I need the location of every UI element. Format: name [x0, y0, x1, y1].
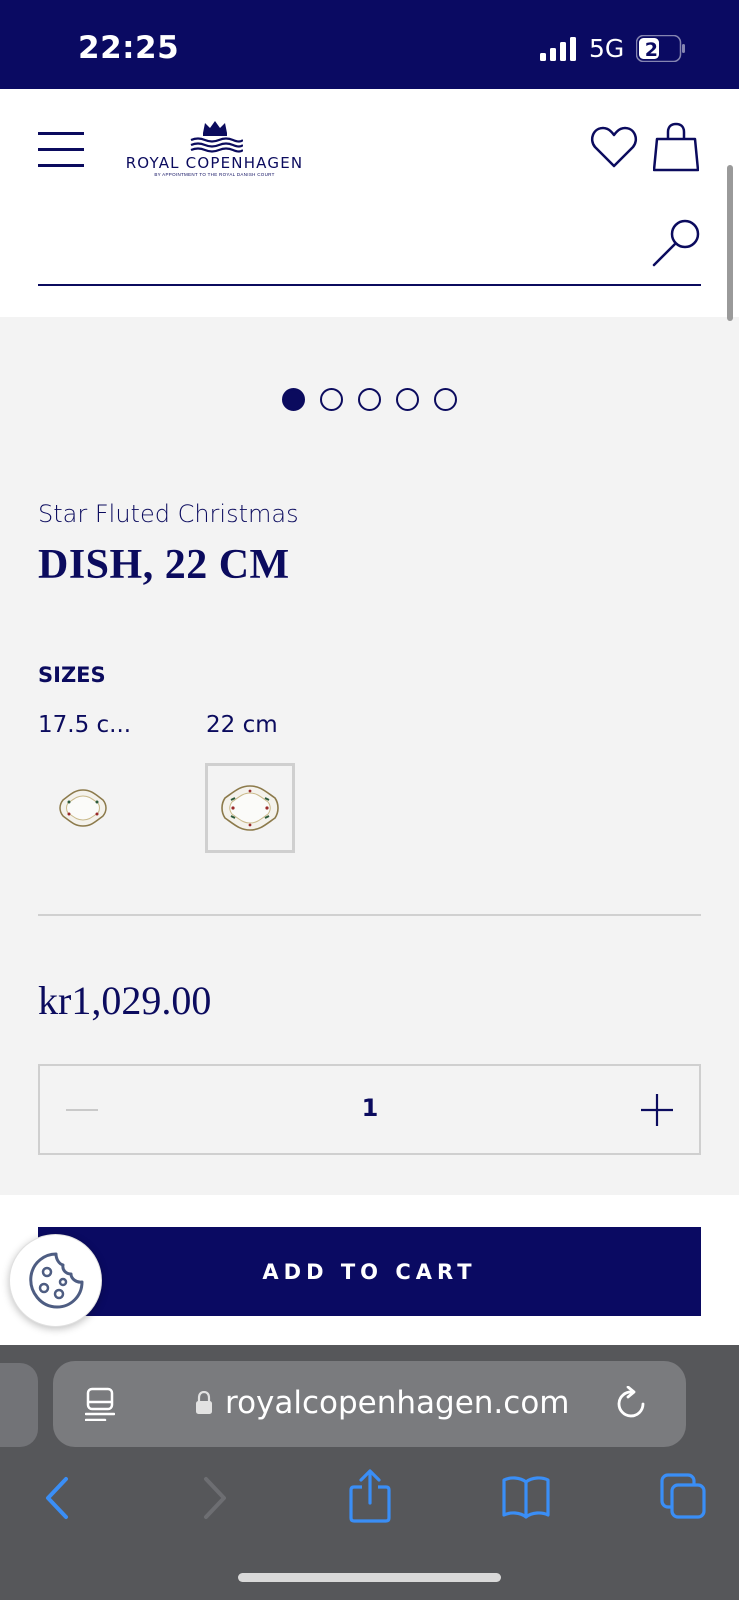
- reload-icon[interactable]: [615, 1386, 649, 1422]
- size-label: 22 cm: [206, 712, 278, 738]
- size-label: 17.5 c...: [38, 712, 132, 738]
- cookie-icon: [28, 1252, 83, 1308]
- cookie-settings-button[interactable]: [9, 1234, 102, 1327]
- size-option-17-5[interactable]: 17.5 c...: [38, 712, 132, 827]
- lock-icon: [196, 1391, 212, 1414]
- back-arrow-icon[interactable]: [42, 1475, 72, 1521]
- search-bar: [38, 219, 701, 286]
- brand-logo[interactable]: ROYAL COPENHAGEN BY APPOINTMENT TO THE R…: [112, 119, 317, 185]
- shopping-bag-icon[interactable]: [653, 122, 699, 172]
- previous-tab-preview[interactable]: [0, 1363, 38, 1447]
- quantity-stepper: 1: [38, 1064, 701, 1155]
- tabs-icon[interactable]: [660, 1473, 706, 1519]
- dish-thumbnail-image: [221, 785, 279, 831]
- carousel-dot[interactable]: [396, 388, 419, 411]
- share-icon[interactable]: [348, 1469, 392, 1523]
- logo-name: ROYAL COPENHAGEN: [125, 154, 304, 172]
- carousel-dots: [282, 388, 457, 412]
- size-option-22[interactable]: 22 cm: [205, 712, 295, 853]
- bookmarks-icon[interactable]: [502, 1473, 550, 1519]
- quantity-decrease-button[interactable]: [60, 1088, 104, 1132]
- address-bar[interactable]: royalcopenhagen.com: [53, 1361, 686, 1447]
- forward-arrow-icon[interactable]: [200, 1475, 230, 1521]
- carousel-dot[interactable]: [320, 388, 343, 411]
- status-bar: 22:25 5G 21: [0, 0, 739, 89]
- product-title: DISH, 22 CM: [38, 542, 290, 588]
- carousel-dot[interactable]: [282, 388, 305, 411]
- home-indicator[interactable]: [238, 1573, 501, 1582]
- search-icon[interactable]: [651, 219, 701, 269]
- battery-level: 21: [645, 39, 671, 61]
- product-collection: Star Fluted Christmas: [38, 500, 299, 528]
- dish-thumbnail-image: [59, 789, 107, 827]
- carousel-dot[interactable]: [434, 388, 457, 411]
- network-type: 5G: [589, 34, 625, 63]
- size-thumbnail-selected[interactable]: [205, 763, 295, 853]
- heart-icon[interactable]: [590, 125, 638, 169]
- crown-waves-icon: [190, 121, 243, 153]
- signal-icon: [540, 37, 576, 61]
- logo-tagline: BY APPOINTMENT TO THE ROYAL DANISH COURT: [154, 172, 275, 177]
- sticky-cart-bar: ADD TO CART: [0, 1195, 739, 1345]
- reader-mode-icon[interactable]: [85, 1387, 115, 1421]
- browser-toolbar: royalcopenhagen.com: [0, 1345, 739, 1600]
- status-time: 22:25: [78, 30, 180, 66]
- size-thumbnail[interactable]: [38, 763, 128, 853]
- minus-icon: [66, 1109, 98, 1111]
- hamburger-menu-icon[interactable]: [38, 132, 84, 168]
- page-scrollbar[interactable]: [727, 165, 733, 321]
- sizes-heading: SIZES: [38, 663, 106, 687]
- add-to-cart-button[interactable]: ADD TO CART: [38, 1227, 701, 1316]
- carousel-dot[interactable]: [358, 388, 381, 411]
- search-input[interactable]: [38, 219, 638, 283]
- product-price: kr1,029.00: [38, 978, 212, 1023]
- quantity-increase-button[interactable]: [635, 1088, 679, 1132]
- battery-icon: 21: [636, 35, 685, 62]
- section-divider: [38, 914, 701, 916]
- url-text: royalcopenhagen.com: [225, 1385, 570, 1421]
- quantity-value[interactable]: 1: [330, 1094, 410, 1122]
- site-header: ROYAL COPENHAGEN BY APPOINTMENT TO THE R…: [0, 89, 739, 317]
